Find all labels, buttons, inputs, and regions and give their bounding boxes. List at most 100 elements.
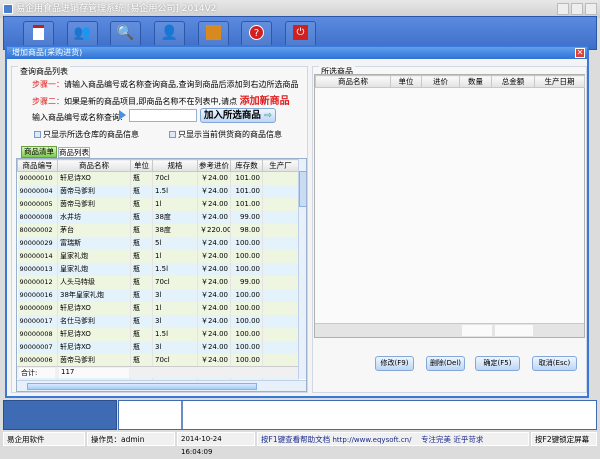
- column-header[interactable]: 库存数: [230, 159, 263, 172]
- table-cell: 100.00: [230, 288, 263, 302]
- table-row[interactable]: 90000005 茵帝马爹利瓶 1l ￥24.00 101.00: [17, 197, 299, 211]
- status-company: 易企用软件: [3, 432, 85, 446]
- step1-text: 请输入商品编号或名称查询商品,查询到商品后添加到右边所选商品: [64, 80, 299, 89]
- table-cell: 90000007: [17, 340, 58, 354]
- table-cell: 瓶: [130, 275, 153, 289]
- table-cell: 70cl: [152, 353, 198, 367]
- table-cell: 瓶: [130, 301, 153, 315]
- table-row[interactable]: 90000014 皇家礼炮瓶 1l ￥24.00 100.00: [17, 249, 299, 263]
- table-cell: 3l: [152, 288, 198, 302]
- total-value: 117: [59, 368, 129, 378]
- column-header[interactable]: 单位: [130, 159, 153, 172]
- search-input[interactable]: [129, 109, 197, 122]
- table-cell: 100.00: [230, 301, 263, 315]
- table-row[interactable]: 90000007 轩尼诗XO 瓶 3l ￥24.00 100.00: [17, 340, 299, 354]
- table-cell: 100.00: [230, 314, 263, 328]
- table-row[interactable]: 90000008 轩尼诗XO 瓶 1.5l ￥24.00 100.00: [17, 327, 299, 341]
- column-header[interactable]: 商品名称: [57, 159, 131, 172]
- table-cell: 90000009: [17, 301, 58, 315]
- table-row[interactable]: 90000009 轩尼诗XO 瓶 1l ￥24.00 100.00: [17, 301, 299, 315]
- selected-column-header[interactable]: 生产日期: [534, 75, 585, 88]
- search-label: 输入商品编号或名称查询:: [32, 113, 123, 122]
- horizontal-scrollbar[interactable]: [17, 380, 306, 391]
- table-cell: 3l: [152, 314, 198, 328]
- selected-column-header[interactable]: 总金额: [491, 75, 535, 88]
- table-cell: 皇家礼炮: [57, 249, 131, 263]
- arrow-icon: [119, 110, 126, 120]
- table-row[interactable]: 90000004 茵帝马爹利瓶 1.5l ￥24.00 101.00: [17, 184, 299, 198]
- table-cell: 皇家礼炮: [57, 262, 131, 276]
- column-header[interactable]: 参考进价: [197, 159, 231, 172]
- table-cell: 99.00: [230, 275, 263, 289]
- goods-grid: 商品编号 商品名称 单位 规格 参考进价 库存数 生产厂 90000010 轩尼诗XO 瓶 70c…: [16, 158, 307, 392]
- table-row[interactable]: 90000012 人头马特级瓶 70cl ￥24.00 99.00: [17, 275, 299, 289]
- checkbox-icon: [34, 131, 41, 138]
- add-new-goods-link[interactable]: 添加新商品: [240, 96, 290, 107]
- table-row[interactable]: 90000013 皇家礼炮瓶 1.5l ￥24.00 100.00: [17, 262, 299, 276]
- tab-goods-catalog[interactable]: 商品列表: [58, 147, 90, 158]
- table-cell: 90000004: [17, 184, 58, 198]
- selected-column-header[interactable]: 进价: [421, 75, 460, 88]
- add-selected-button[interactable]: 加入所选商品 ⇨: [200, 108, 276, 123]
- table-cell: 水井坊: [57, 210, 131, 224]
- table-cell: 瓶: [130, 262, 153, 276]
- table-cell: 瓶: [130, 327, 153, 341]
- table-cell: [262, 249, 299, 263]
- vertical-scrollbar[interactable]: [298, 159, 306, 379]
- table-cell: 1l: [152, 249, 198, 263]
- table-cell: [262, 353, 299, 367]
- table-cell: 101.00: [230, 184, 263, 198]
- table-row[interactable]: 90000016 38年皇家礼炮瓶 3l ￥24.00 100.00: [17, 288, 299, 302]
- table-cell: 茵帝马爹利: [57, 184, 131, 198]
- table-cell: 轩尼诗XO: [57, 340, 131, 354]
- selected-column-header[interactable]: 数量: [459, 75, 492, 88]
- table-cell: ￥24.00: [197, 249, 231, 263]
- selected-column-header[interactable]: 商品名称: [315, 75, 391, 88]
- dialog-close-button[interactable]: ✕: [575, 48, 585, 58]
- goods-table: 商品编号 商品名称 单位 规格 参考进价 库存数 生产厂 90000010 轩尼诗XO 瓶 70c…: [17, 159, 299, 391]
- table-cell: [262, 327, 299, 341]
- table-row[interactable]: 90000010 轩尼诗XO 瓶 70cl ￥24.00 101.00: [17, 171, 299, 185]
- table-cell: 90000012: [17, 275, 58, 289]
- table-row[interactable]: 90000029 富瑞斯瓶 5l ￥24.00 100.00: [17, 236, 299, 250]
- table-row[interactable]: 80000008 水井坊瓶 38度 ￥24.00 99.00: [17, 210, 299, 224]
- edit-button[interactable]: 修改(F9): [375, 356, 414, 371]
- table-cell: 1l: [152, 301, 198, 315]
- table-cell: ￥24.00: [197, 314, 231, 328]
- confirm-button[interactable]: 确定(F5): [475, 356, 520, 371]
- tab-goods-list[interactable]: 商品清单: [21, 146, 57, 158]
- table-cell: [262, 197, 299, 211]
- table-row[interactable]: 90000017 名仕马爹利瓶 3l ￥24.00 100.00: [17, 314, 299, 328]
- close-app-button[interactable]: [585, 3, 597, 15]
- table-cell: ￥24.00: [197, 275, 231, 289]
- table-cell: 轩尼诗XO: [57, 301, 131, 315]
- warehouse-checkbox[interactable]: 只显示所选仓库的商品信息: [34, 129, 139, 140]
- delete-button[interactable]: 删除(Del): [426, 356, 465, 371]
- status-url-link[interactable]: http://www.eqysoft.cn/: [332, 436, 411, 444]
- table-cell: 茵帝马爹利: [57, 197, 131, 211]
- column-header[interactable]: 生产厂: [262, 159, 299, 172]
- selected-column-header[interactable]: 单位: [390, 75, 422, 88]
- table-row[interactable]: 90000006 茵帝马爹利瓶 70cl ￥24.00 100.00: [17, 353, 299, 367]
- selected-grid: 商品名称 单位 进价 数量 总金额 生产日期: [314, 74, 585, 338]
- total-row: 合计: 117: [17, 366, 298, 378]
- table-cell: 38年皇家礼炮: [57, 288, 131, 302]
- table-cell: 瓶: [130, 236, 153, 250]
- maximize-button[interactable]: [571, 3, 583, 15]
- table-cell: 富瑞斯: [57, 236, 131, 250]
- minimize-button[interactable]: [557, 3, 569, 15]
- status-datetime: 2014-10-24 16:04:09: [177, 432, 255, 456]
- column-header[interactable]: 规格: [152, 159, 198, 172]
- table-cell: 瓶: [130, 249, 153, 263]
- supplier-checkbox-label: 只显示当前供货商的商品信息: [178, 130, 282, 139]
- cancel-button[interactable]: 取消(Esc): [532, 356, 577, 371]
- table-cell: [262, 184, 299, 198]
- table-row[interactable]: 80000002 茅台瓶 38度 ￥220.00 98.00: [17, 223, 299, 237]
- table-cell: ￥24.00: [197, 353, 231, 367]
- table-cell: [262, 171, 299, 185]
- table-cell: [262, 275, 299, 289]
- table-cell: 茵帝马爹利: [57, 353, 131, 367]
- supplier-checkbox[interactable]: 只显示当前供货商的商品信息: [169, 129, 282, 140]
- column-header[interactable]: 商品编号: [17, 159, 58, 172]
- table-cell: 轩尼诗XO: [57, 327, 131, 341]
